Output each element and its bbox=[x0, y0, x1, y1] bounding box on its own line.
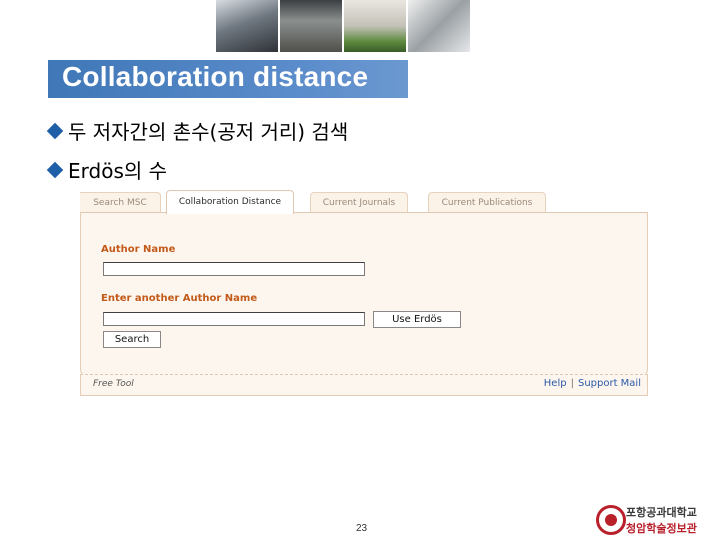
tab-bar: Search MSC Collaboration Distance Curren… bbox=[80, 189, 648, 214]
institution-line2: 청암학술정보관 bbox=[626, 522, 697, 535]
diamond-bullet-icon bbox=[46, 161, 64, 178]
bullet-text: Erdös의 수 bbox=[68, 159, 168, 183]
tab-current-journals[interactable]: Current Journals bbox=[310, 192, 408, 213]
slide-title: Collaboration distance bbox=[62, 61, 369, 92]
diamond-bullet-icon bbox=[46, 122, 64, 139]
another-author-label: Enter another Author Name bbox=[101, 293, 258, 304]
author-name-input[interactable] bbox=[103, 262, 365, 276]
institution-name: 포항공과대학교 청암학술정보관 bbox=[626, 505, 697, 537]
page-number: 23 bbox=[356, 523, 368, 534]
building-photo-4 bbox=[408, 0, 470, 52]
collaboration-distance-widget: Search MSC Collaboration Distance Curren… bbox=[80, 189, 648, 399]
tab-current-publications[interactable]: Current Publications bbox=[428, 192, 546, 213]
search-button[interactable]: Search bbox=[103, 331, 161, 348]
link-separator: | bbox=[570, 378, 574, 389]
widget-footer: Free Tool Help | Support Mail bbox=[80, 374, 648, 396]
help-link[interactable]: Help bbox=[544, 378, 567, 389]
tab-collaboration-distance[interactable]: Collaboration Distance bbox=[166, 190, 294, 214]
author-name-label: Author Name bbox=[101, 244, 176, 255]
institution-line1: 포항공과대학교 bbox=[626, 506, 697, 519]
support-mail-link[interactable]: Support Mail bbox=[578, 378, 641, 389]
header-photo-strip bbox=[216, 0, 470, 52]
postech-seal-icon bbox=[596, 505, 626, 535]
building-photo-1 bbox=[216, 0, 278, 52]
use-erdos-button[interactable]: Use Erdös bbox=[373, 311, 461, 328]
building-photo-3 bbox=[344, 0, 406, 52]
bullet-item: Erdös의 수 bbox=[46, 155, 168, 184]
free-tool-text: Free Tool bbox=[93, 379, 134, 389]
another-author-input[interactable] bbox=[103, 312, 365, 326]
bullet-item: 두 저자간의 촌수(공저 거리) 검색 bbox=[46, 116, 349, 145]
bullet-text: 두 저자간의 촌수(공저 거리) 검색 bbox=[68, 120, 349, 144]
search-panel: Author Name Enter another Author Name Us… bbox=[80, 212, 648, 376]
footer-links: Help | Support Mail bbox=[544, 378, 641, 389]
building-photo-2 bbox=[280, 0, 342, 52]
tab-search-msc[interactable]: Search MSC bbox=[80, 192, 161, 213]
